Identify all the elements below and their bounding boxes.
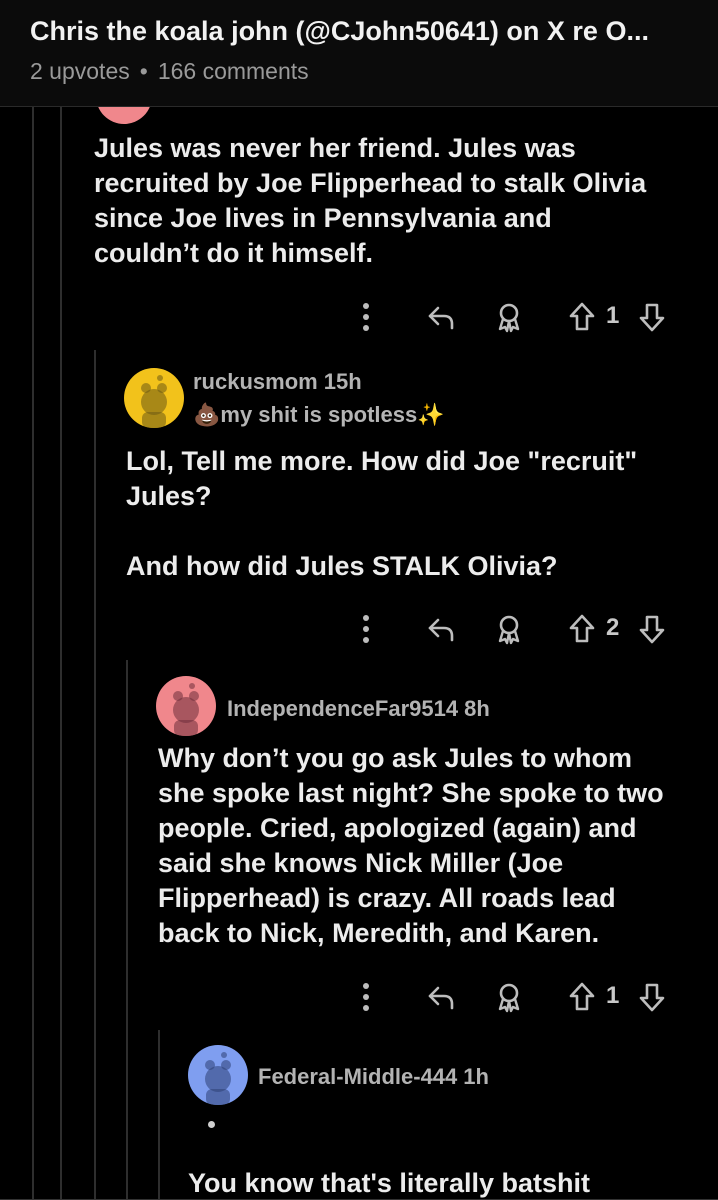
avatar[interactable] [124,368,184,428]
comment-1-body: Jules was never her friend. Jules was re… [94,133,647,268]
username[interactable]: IndependenceFar9514 [227,696,458,721]
comment-1-score: 1 [606,302,620,329]
meta-separator: • [139,58,148,84]
comment-3-author[interactable]: IndependenceFar9514 8h [227,696,490,722]
comment-3-score: 1 [606,982,620,1009]
timestamp: 8h [464,696,490,721]
avatar[interactable] [156,676,216,736]
downvote-arrow-icon[interactable] [638,980,666,1014]
avatar[interactable] [188,1045,248,1105]
downvote-arrow-icon[interactable] [638,300,666,334]
award-icon[interactable] [494,612,524,646]
comment-4-clip: You know that's literally batshit [188,1160,688,1198]
upvote-arrow-icon[interactable] [568,612,596,646]
comment-2-score: 2 [606,614,620,641]
timestamp: 15h [323,369,362,394]
thread-line-level-3[interactable] [94,350,96,1200]
username[interactable]: Federal-Middle-444 [258,1064,457,1089]
comment-4-body: You know that's literally batshit [188,1168,590,1198]
award-icon[interactable] [494,980,524,1014]
upvote-arrow-icon[interactable] [568,300,596,334]
upvote-count: 2 upvotes [30,58,130,84]
thread-line-level-5[interactable] [158,1030,160,1200]
timestamp: 1h [463,1064,489,1089]
comment-1-actions: 1 [350,300,680,336]
comment-2-author[interactable]: ruckusmom 15h [193,369,362,395]
award-icon[interactable] [494,300,524,334]
bullet-dot [208,1121,215,1128]
user-flair: 💩my shit is spotless✨ [193,402,445,427]
reply-icon[interactable] [426,300,456,334]
comment-count: 166 comments [157,58,309,84]
comment-4-author[interactable]: Federal-Middle-444 1h [258,1064,489,1090]
post-header: Chris the koala john (@CJohn50641) on X … [0,0,718,107]
comment-3-body: Why don’t you go ask Jules to whom she s… [158,743,664,948]
comment-2-actions: 2 [350,612,680,648]
post-meta: 2 upvotes • 166 comments [30,58,309,85]
more-options-icon[interactable] [360,980,372,1014]
reply-icon[interactable] [426,612,456,646]
comment-3-actions: 1 [350,980,680,1016]
username[interactable]: ruckusmom [193,369,318,394]
comment-2-body: Lol, Tell me more. How did Joe "recruit"… [126,446,638,581]
thread-line-level-1[interactable] [32,106,34,1200]
more-options-icon[interactable] [360,612,372,646]
reply-icon[interactable] [426,980,456,1014]
post-title[interactable]: Chris the koala john (@CJohn50641) on X … [30,16,700,47]
thread-line-level-2[interactable] [60,106,62,1200]
upvote-arrow-icon[interactable] [568,980,596,1014]
more-options-icon[interactable] [360,300,372,334]
thread-line-level-4[interactable] [126,660,128,1200]
downvote-arrow-icon[interactable] [638,612,666,646]
